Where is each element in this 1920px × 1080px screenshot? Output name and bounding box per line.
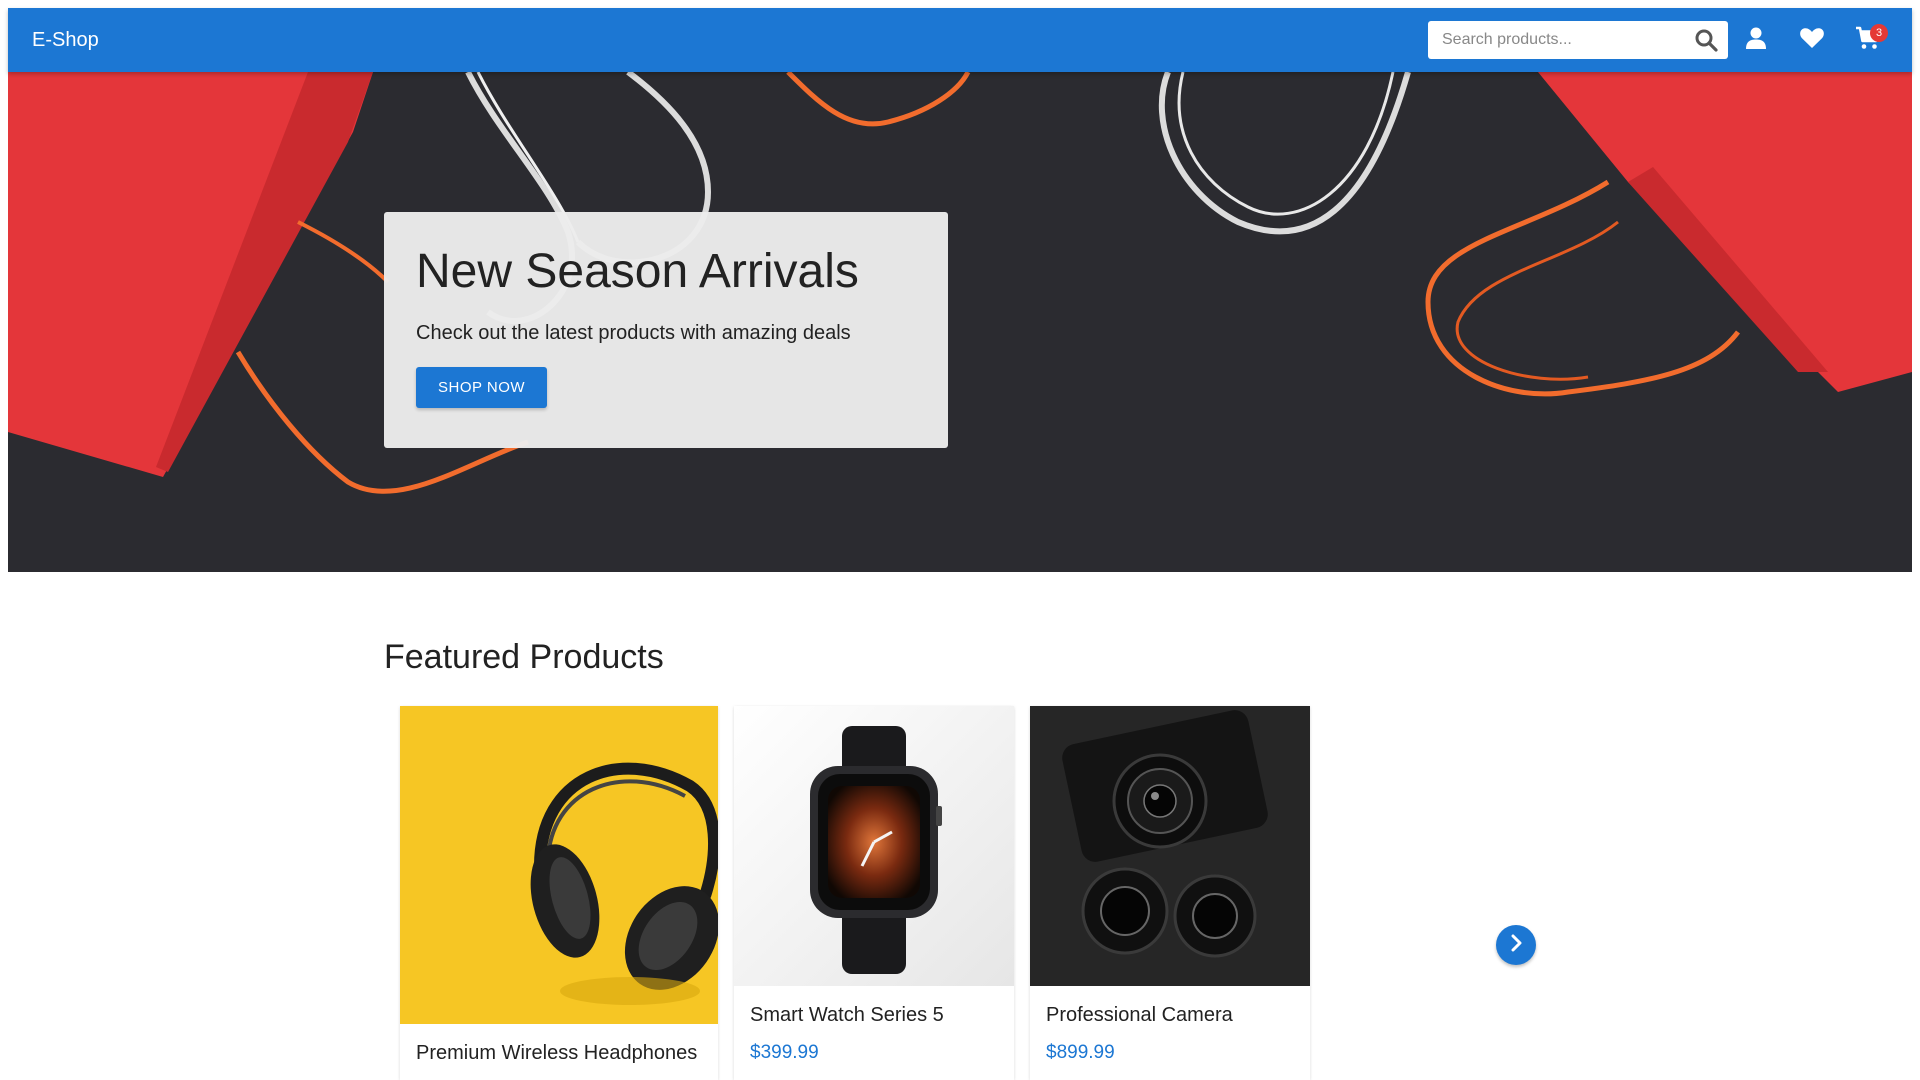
product-image-headphones: [400, 706, 718, 1024]
hero-subtitle: Check out the latest products with amazi…: [416, 322, 851, 344]
product-name: Smart Watch Series 5: [750, 1004, 944, 1026]
cart-button[interactable]: 3: [1840, 12, 1896, 68]
hero-background-image: [8, 72, 1912, 572]
product-name: Premium Wireless Headphones: [416, 1042, 698, 1064]
product-image-camera: [1030, 706, 1310, 986]
chevron-right-icon: [1507, 934, 1525, 957]
product-name: Professional Camera: [1046, 1004, 1233, 1026]
wishlist-button[interactable]: [1784, 12, 1840, 68]
app-bar: E-Shop 3: [8, 8, 1912, 72]
account-button[interactable]: [1728, 12, 1784, 68]
product-price: $899.99: [1046, 1042, 1115, 1063]
featured-products-title: Featured Products: [384, 638, 664, 676]
product-card[interactable]: Premium Wireless Headphones: [400, 706, 718, 1080]
product-card[interactable]: Professional Camera $899.99: [1030, 706, 1310, 1080]
hero-card: New Season Arrivals Check out the latest…: [384, 212, 948, 448]
shop-now-button[interactable]: SHOP NOW: [416, 367, 548, 408]
search-box: [1428, 21, 1728, 59]
product-card[interactable]: Smart Watch Series 5 $399.99: [734, 706, 1014, 1080]
search-input[interactable]: [1442, 31, 1692, 49]
search-icon[interactable]: [1692, 26, 1720, 54]
hero-title: New Season Arrivals: [416, 245, 859, 298]
hero-banner: New Season Arrivals Check out the latest…: [8, 72, 1912, 572]
brand-logo[interactable]: E-Shop: [32, 29, 99, 52]
product-price: $399.99: [750, 1042, 819, 1063]
heart-icon: [1799, 26, 1825, 55]
product-image-smartwatch: [734, 706, 1014, 986]
carousel-next-button[interactable]: [1496, 925, 1536, 965]
user-icon: [1744, 26, 1768, 55]
cart-count-badge: 3: [1870, 24, 1888, 42]
